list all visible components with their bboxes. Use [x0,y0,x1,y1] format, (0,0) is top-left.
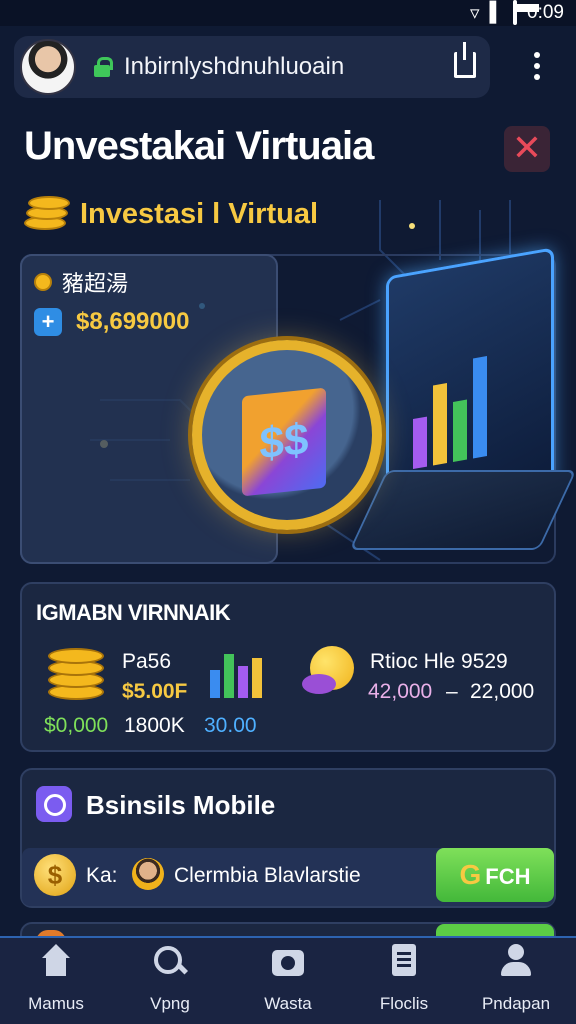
page-subtitle: Investasi l Virtual [80,198,319,230]
idea-bulb-icon [302,646,358,698]
balance-label: 豬超湯 [62,271,129,296]
stats-bottom-value-2: 1800K [124,714,185,737]
fetch-button[interactable]: G FCH [436,848,554,902]
signal-icon: ▌ [489,2,504,23]
nav-item-camera[interactable]: Wasta [238,944,338,1020]
nav-item-label: Floclis [379,994,429,1013]
chat-icon [36,786,72,822]
nav-item-home[interactable]: Mamus [6,944,106,1020]
stats-right-value-2: 22,000 [470,680,535,703]
nav-item-search[interactable]: Vpng [120,944,220,1020]
add-funds-icon[interactable]: + [34,308,62,336]
stats-right-value-1: 42,000 [368,680,433,703]
nav-item-label: Wasta [264,994,312,1013]
person-icon [498,944,534,980]
laptop-keyboard-illustration [349,470,576,550]
balance-label-row: 豬超湯 [34,266,128,298]
balance-amount-row: + $8,699000 [34,308,189,336]
stats-bottom-value-3: 30.00 [204,714,257,737]
nav-item-label: Pndapan [481,994,551,1013]
stats-left-label: Pa56 [122,650,172,673]
wifi-icon: ▿ [470,2,480,24]
lock-icon [94,57,113,77]
search-icon [152,944,188,980]
stats-range-separator: – [446,680,458,703]
coin-icon [34,273,52,291]
money-box-icon: $$ [242,387,326,497]
stats-bottom-value-1: $0,000 [44,714,109,737]
url-text[interactable]: Inbirnlyshdnuhluoain [124,53,344,81]
profile-avatar[interactable] [20,39,76,95]
stats-right-label: Rtioc Hle 9529 [370,650,508,673]
bar-chart-icon [204,648,266,698]
camera-icon [270,944,306,980]
home-icon [38,944,74,980]
battery-icon [513,0,518,25]
status-bar: ▿ ▌ 0:09 [0,0,576,26]
nav-item-label: Mamus [28,994,84,1013]
business-row-prefix: Ka: [86,864,118,887]
button-g-icon: G [459,859,482,890]
user-avatar [132,858,164,890]
coin-stack-icon [48,644,104,702]
address-bar[interactable]: Inbirnlyshdnuhluoain [14,36,490,98]
page-title: Unvestakai Virtuaia [24,124,374,168]
dollar-coin-icon: $ [34,854,76,896]
stats-title: IGMABN VIRNNAIK [36,600,231,625]
stats-left-value: $5.00F [122,680,188,703]
more-options-icon[interactable] [534,52,540,82]
balance-amount: $8,699000 [76,308,190,335]
document-icon [386,944,422,980]
share-icon[interactable] [454,42,476,78]
nav-item-label: Vpng [150,994,190,1013]
close-button[interactable]: ✕ [504,126,550,172]
coins-icon [24,190,70,232]
fetch-button-label: FCH [485,864,531,889]
business-title: Bsinsils Mobile [86,790,276,820]
business-row-name: Clermbia Blavlarstie [174,864,361,887]
nav-item-profile[interactable]: Pndapan [466,944,566,1020]
nav-item-documents[interactable]: Floclis [354,944,454,1020]
